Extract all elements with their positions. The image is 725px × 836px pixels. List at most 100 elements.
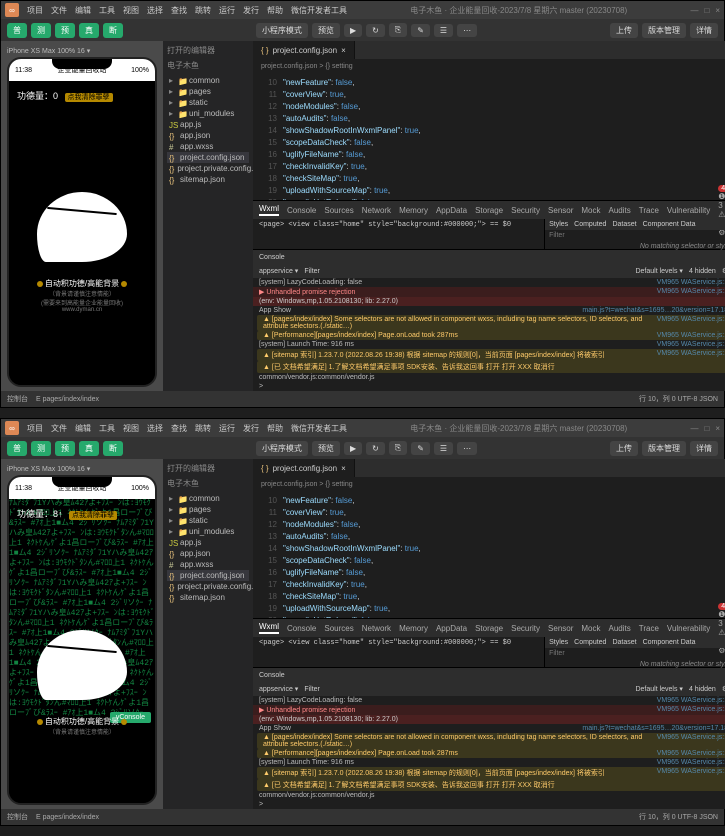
console-line[interactable]: common/vendor.js:common/vendor.js xyxy=(253,373,725,382)
warn-badge[interactable]: 点我清除罪孽 xyxy=(65,93,113,102)
file-sitemap.json[interactable]: {}sitemap.json xyxy=(167,592,249,603)
file-app.json[interactable]: {}app.json xyxy=(167,130,249,141)
tab-close-icon[interactable]: × xyxy=(341,46,346,55)
devtools-tab-mock[interactable]: Mock xyxy=(581,206,600,215)
refresh-icon[interactable]: ↻ xyxy=(366,442,385,455)
menu-wechat-devtools[interactable]: 微信开发者工具 xyxy=(291,5,347,16)
devtools-tab-mock[interactable]: Mock xyxy=(581,624,600,633)
error-badge[interactable]: 4 xyxy=(718,603,725,610)
toggle-dot-icon[interactable] xyxy=(37,281,43,287)
devtools-tab-memory[interactable]: Memory xyxy=(399,624,428,633)
tab-project-config[interactable]: { }project.config.json× xyxy=(253,41,355,59)
menu-find[interactable]: 查找 xyxy=(171,5,187,16)
file-project.config.json[interactable]: {}project.config.json xyxy=(167,152,249,163)
devtools-tab-trace[interactable]: Trace xyxy=(639,206,659,215)
file-app.json[interactable]: {}app.json xyxy=(167,548,249,559)
menu-tools[interactable]: 工具 xyxy=(99,5,115,16)
menu-help[interactable]: 帮助 xyxy=(267,5,283,16)
toggle-dot2-icon[interactable] xyxy=(121,281,127,287)
console-line[interactable]: (env: Windows,mp,1.05.2108130; lib: 2.27… xyxy=(253,715,725,724)
devtools-tab-vulnerability[interactable]: Vulnerability xyxy=(667,206,710,215)
file-app.js[interactable]: JSapp.js xyxy=(167,537,249,548)
console-levels[interactable]: Default levels ▾ xyxy=(635,267,682,275)
devtools-tab-sensor[interactable]: Sensor xyxy=(548,206,573,215)
console-line[interactable]: [system] Launch Time: 916 msVM965 WAServ… xyxy=(253,340,725,349)
refresh-icon[interactable]: ↻ xyxy=(366,24,385,37)
menu-select[interactable]: 选择 xyxy=(147,5,163,16)
console-hidden[interactable]: 4 hidden xyxy=(689,268,716,275)
copy-icon[interactable]: ⎘ xyxy=(389,441,407,455)
computed-tab[interactable]: Computed xyxy=(574,221,606,228)
compdata-tab[interactable]: Component Data xyxy=(643,221,696,228)
devtools-tab-network[interactable]: Network xyxy=(362,624,391,633)
file-common[interactable]: 📁common xyxy=(167,75,249,86)
console-line[interactable]: ▲ [Performance][pages/index/index] Page.… xyxy=(257,749,725,758)
console-line[interactable]: ▲ [已 文档希望满足] 1.了解文档希望满足事项 SDK安装、告诉我这回事 打… xyxy=(257,361,725,373)
styles-tab[interactable]: Styles xyxy=(549,221,568,228)
menu-edit[interactable]: 编辑 xyxy=(75,5,91,16)
devtools-tab-trace[interactable]: Trace xyxy=(639,624,659,633)
play-icon[interactable]: ▶ xyxy=(344,24,362,37)
devtools-tab-storage[interactable]: Storage xyxy=(475,624,503,633)
console-line[interactable]: [system] LazyCodeLoading: falseVM965 WAS… xyxy=(253,696,725,705)
devtools-tab-network[interactable]: Network xyxy=(362,206,391,215)
warn-badge[interactable]: 点我清除罪孽 xyxy=(69,511,117,520)
more-icon[interactable]: ⋯ xyxy=(457,24,477,37)
breadcrumb[interactable]: project.config.json > {} setting xyxy=(253,59,725,73)
console-line[interactable]: (env: Windows,mp,1.05.2108130; lib: 2.27… xyxy=(253,297,725,306)
win-close-icon[interactable]: × xyxy=(715,6,720,15)
file-pages[interactable]: 📁pages xyxy=(167,86,249,97)
edit-icon[interactable]: ✎ xyxy=(411,442,430,455)
file-uni_modules[interactable]: 📁uni_modules xyxy=(167,108,249,119)
console-line[interactable]: [system] Launch Time: 916 msVM965 WAServ… xyxy=(253,758,725,767)
menu-icon[interactable]: ☰ xyxy=(434,442,453,455)
toolbar-btn-5[interactable]: 断 xyxy=(103,23,123,38)
error-badge[interactable]: 4 xyxy=(718,185,725,192)
win-close-icon[interactable]: × xyxy=(715,424,720,433)
win-min-icon[interactable]: — xyxy=(690,6,698,15)
project-root[interactable]: 电子木鱼 xyxy=(167,60,249,71)
console-line[interactable]: App Showmain.js?t=wechat&s=1695…20&versi… xyxy=(253,306,725,315)
console-line[interactable]: ▲ [pages/index/index] Some selectors are… xyxy=(257,315,725,331)
devtools-tab-console[interactable]: Console xyxy=(287,624,316,633)
preview-btn[interactable]: 预览 xyxy=(312,23,340,38)
console-line[interactable]: ▲ [pages/index/index] Some selectors are… xyxy=(257,733,725,749)
code-area[interactable]: 10"newFeature": false,11"coverView": tru… xyxy=(253,73,725,200)
console-line[interactable]: ▲ [已 文档希望满足] 1.了解文档希望满足事项 SDK安装、告诉我这回事 打… xyxy=(257,779,725,791)
console-line[interactable]: > xyxy=(253,382,725,391)
win-min-icon[interactable]: — xyxy=(690,424,698,433)
file-common[interactable]: 📁common xyxy=(167,493,249,504)
devtools-tab-wxml[interactable]: Wxml xyxy=(259,204,279,216)
menu-project[interactable]: 项目 xyxy=(27,5,43,16)
menu-run[interactable]: 运行 xyxy=(219,5,235,16)
edit-icon[interactable]: ✎ xyxy=(411,24,430,37)
file-project.private.config.json[interactable]: {}project.private.config.json xyxy=(167,581,249,592)
play-icon[interactable]: ▶ xyxy=(344,442,362,455)
console-line[interactable]: ▲ [sitemap 索引] 1.23.7.0 (2022.08.26 19:3… xyxy=(257,767,725,779)
toolbar-btn-3[interactable]: 预 xyxy=(55,23,75,38)
menu-file[interactable]: 文件 xyxy=(51,5,67,16)
console-context[interactable]: appservice ▾ xyxy=(259,267,298,275)
console-line[interactable]: > xyxy=(253,800,725,809)
console-filter[interactable]: Filter xyxy=(304,268,320,275)
console-line[interactable]: ▶ Unhandled promise rejectionVM965 WASer… xyxy=(253,705,725,715)
devtools-tab-wxml[interactable]: Wxml xyxy=(259,622,279,634)
console-line[interactable]: ▶ Unhandled promise rejectionVM965 WASer… xyxy=(253,287,725,297)
devtools-tab-vulnerability[interactable]: Vulnerability xyxy=(667,624,710,633)
file-uni_modules[interactable]: 📁uni_modules xyxy=(167,526,249,537)
devtools-tab-audits[interactable]: Audits xyxy=(609,206,631,215)
console-line[interactable]: App Showmain.js?t=wechat&s=1695…20&versi… xyxy=(253,724,725,733)
menu-goto[interactable]: 跳转 xyxy=(195,5,211,16)
elements-tree[interactable]: <page> <view class="home" style="backgro… xyxy=(253,219,544,249)
toggle-dot2-icon[interactable] xyxy=(121,719,127,725)
version-button[interactable]: 版本管理 xyxy=(642,23,686,38)
device-selector[interactable]: iPhone XS Max 100% 16 ▾ xyxy=(7,47,157,55)
wooden-fish-icon[interactable] xyxy=(37,192,127,262)
styles-filter[interactable]: Filter xyxy=(545,230,725,241)
devtools-tab-sources[interactable]: Sources xyxy=(324,624,353,633)
devtools-tab-memory[interactable]: Memory xyxy=(399,206,428,215)
devtools-tab-sensor[interactable]: Sensor xyxy=(548,624,573,633)
devtools-tab-security[interactable]: Security xyxy=(511,206,540,215)
file-app.wxss[interactable]: #app.wxss xyxy=(167,141,249,152)
toolbar-btn-1[interactable]: 普 xyxy=(7,23,27,38)
